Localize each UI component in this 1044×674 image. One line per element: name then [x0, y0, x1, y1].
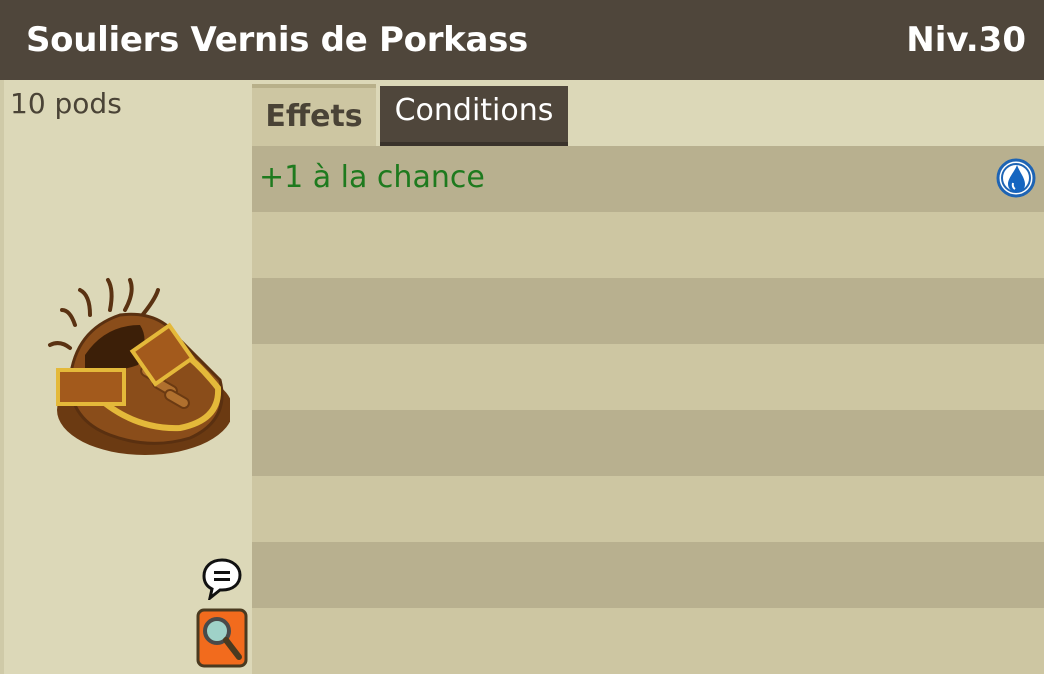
list-item: [252, 476, 1044, 542]
item-level: Niv.30: [906, 20, 1026, 60]
effect-text: +1 à la chance: [259, 160, 485, 195]
item-weight: 10 pods: [10, 87, 122, 120]
tab-bar: Effets Conditions: [252, 80, 1044, 146]
list-item: [252, 410, 1044, 476]
water-drop-icon: [996, 156, 1036, 204]
tab-conditions[interactable]: Conditions: [380, 86, 568, 146]
effects-list: +1 à la chance: [252, 146, 1044, 674]
list-item: [252, 212, 1044, 278]
item-preview-panel: 10 pods: [0, 80, 252, 674]
tab-effets[interactable]: Effets: [252, 84, 376, 146]
list-item: [252, 608, 1044, 674]
magnifier-icon[interactable]: [195, 607, 249, 673]
speech-bubble-icon[interactable]: [200, 556, 244, 604]
list-item: +1 à la chance: [252, 146, 1044, 212]
item-title: Souliers Vernis de Porkass: [26, 20, 528, 60]
list-item: [252, 542, 1044, 608]
brown-shoe-icon: [30, 270, 233, 474]
list-item: [252, 278, 1044, 344]
list-item: [252, 344, 1044, 410]
title-bar: Souliers Vernis de Porkass Niv.30: [0, 0, 1044, 80]
